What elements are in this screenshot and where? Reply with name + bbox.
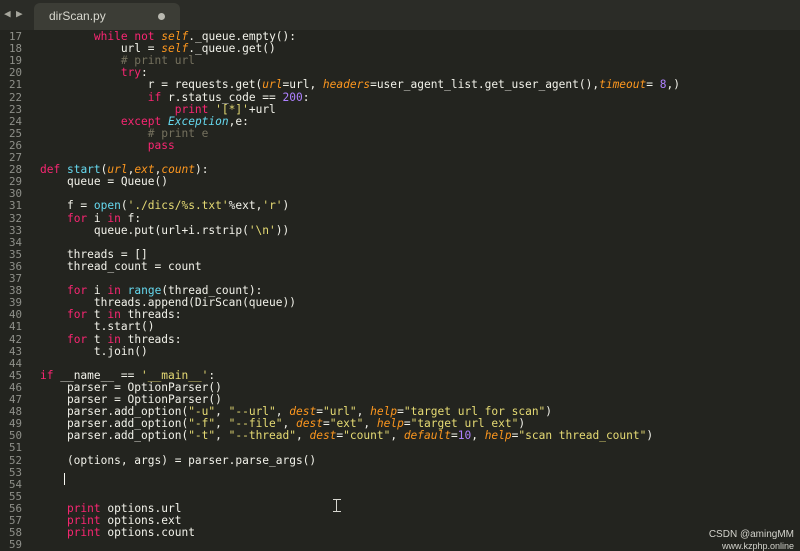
line-number: 31 [8,199,22,213]
code-text[interactable]: (options, args) = parser.parse_args() [40,454,316,467]
code-line[interactable]: 55 [0,489,800,503]
line-number: 25 [8,126,22,140]
nav-forward-icon[interactable]: ▶ [16,7,23,20]
tab-title: dirScan.py [49,9,106,23]
line-number: 23 [8,102,22,116]
tab-dirscan[interactable]: dirScan.py [34,3,180,30]
code-line[interactable]: 53 [0,465,800,479]
nav-back-icon[interactable]: ◀ [4,7,11,20]
line-number: 55 [8,489,22,503]
code-text[interactable]: threads = [] [40,248,148,261]
code-line[interactable]: 59 [0,539,800,551]
line-number: 33 [8,223,22,237]
code-line[interactable]: 54 [0,477,800,491]
code-text[interactable]: for t in threads: [40,333,182,346]
line-number: 45 [8,368,22,382]
code-line[interactable]: 43 t.join() [0,344,800,358]
code-text[interactable]: for i in f: [40,212,141,225]
code-line[interactable]: 52 (options, args) = parser.parse_args() [0,453,800,467]
line-number: 24 [8,114,22,128]
code-text[interactable]: queue.put(url+i.rstrip('\n')) [40,224,289,237]
unsaved-dot-icon[interactable] [158,13,165,20]
line-number: 32 [8,211,22,225]
code-text[interactable]: t.join() [40,345,148,358]
line-number: 21 [8,78,22,92]
code-text[interactable]: r = requests.get(url=url, headers=user_a… [40,79,680,91]
line-number: 52 [8,453,22,467]
line-number: 22 [8,90,22,104]
code-text[interactable]: parser.add_option("-t", "--thread", dest… [40,430,653,442]
line-number: 35 [8,247,22,261]
code-editor[interactable]: 17 while not self._queue.empty(): 18 url … [0,30,800,551]
code-line[interactable]: 51 [0,442,800,454]
tab-bar: ◀ ▶ dirScan.py [0,0,800,31]
code-line[interactable]: 50 parser.add_option("-t", "--thread", d… [0,430,800,442]
code-line[interactable]: 24 except Exception,e: [0,114,800,128]
code-line[interactable]: 35 threads = [] [0,247,800,261]
line-number: 34 [8,235,22,249]
code-line[interactable]: 33 queue.put(url+i.rstrip('\n')) [0,223,800,237]
line-number: 41 [8,320,22,334]
code-text[interactable]: t.start() [40,321,155,333]
line-number: 42 [8,332,22,346]
line-number: 54 [8,477,22,491]
code-line[interactable]: 26 pass [0,139,800,152]
watermark-site: www.kzphp.online [721,541,794,551]
text-cursor [64,473,65,485]
code-line[interactable]: 44 [0,356,800,370]
code-line[interactable]: 32 for i in f: [0,211,800,225]
code-line[interactable]: 22 if r.status_code == 200: [0,90,800,104]
code-text[interactable]: print options.count [40,527,195,539]
code-text[interactable]: if __name__ == '__main__': [40,369,215,382]
line-number: 53 [8,465,22,479]
code-line[interactable]: 36 thread_count = count [0,260,800,273]
line-number: 43 [8,344,22,358]
line-number: 44 [8,356,22,370]
code-text[interactable]: except Exception,e: [40,115,249,128]
code-line[interactable]: 45 if __name__ == '__main__': [0,368,800,382]
code-text[interactable]: pass [40,139,175,152]
code-line[interactable]: 42 for t in threads: [0,332,800,346]
code-text[interactable]: # print e [40,127,209,140]
code-text[interactable]: queue = Queue() [40,176,168,188]
code-line[interactable]: 58 print options.count [0,527,800,539]
line-number: 59 [8,538,22,551]
code-text[interactable]: thread_count = count [40,260,202,273]
code-line[interactable]: 25 # print e [0,126,800,140]
watermark-csdn: CSDN @amingMM [708,529,794,540]
code-line[interactable]: 21 r = requests.get(url=url, headers=use… [0,79,800,91]
code-line[interactable]: 34 [0,235,800,249]
line-number: 51 [8,441,22,455]
code-line[interactable]: 29 queue = Queue() [0,176,800,188]
mouse-ibeam-cursor-icon [333,499,343,512]
